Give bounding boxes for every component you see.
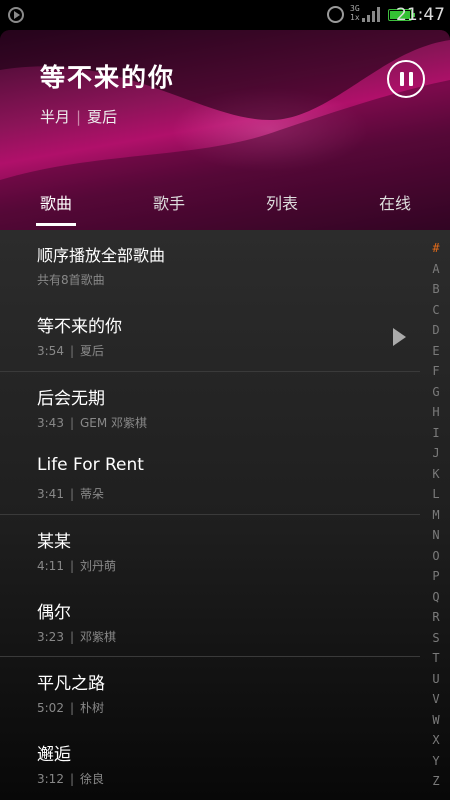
index-letter[interactable]: X <box>426 730 446 751</box>
song-meta: 4:11 | 刘丹萌 <box>37 559 117 573</box>
status-bar: 3G 1x 21:47 <box>0 0 450 30</box>
index-letter[interactable]: S <box>426 628 446 649</box>
list-item[interactable]: 平凡之路 5:02 | 朴树 <box>0 657 420 728</box>
now-playing-indicator-icon <box>393 328 406 346</box>
music-notification-icon <box>8 7 24 23</box>
index-letter[interactable]: Y <box>426 751 446 772</box>
signal-icon <box>362 6 382 22</box>
alphabet-index[interactable]: # A B C D E F G H I J K L M N O P Q R S … <box>426 238 446 792</box>
song-title: Life For Rent <box>37 455 144 475</box>
index-letter[interactable]: J <box>426 443 446 464</box>
tab-artists[interactable]: 歌手 <box>153 190 185 214</box>
now-playing-meta: 半月 | 夏后 <box>40 108 118 126</box>
index-letter[interactable]: H <box>426 402 446 423</box>
now-playing-header[interactable]: 等不来的你 半月 | 夏后 歌曲 歌手 列表 在线 <box>0 30 450 230</box>
list-item[interactable]: 邂逅 3:12 | 徐良 <box>0 728 420 799</box>
now-playing-album: 半月 <box>40 108 71 126</box>
tab-active-indicator <box>36 223 76 226</box>
index-letter[interactable]: W <box>426 710 446 731</box>
index-letter[interactable]: I <box>426 423 446 444</box>
song-count: 共有8首歌曲 <box>37 273 105 287</box>
list-item[interactable]: 某某 4:11 | 刘丹萌 <box>0 515 420 586</box>
list-item[interactable]: Life For Rent 3:41 | 蒂朵 <box>0 443 420 514</box>
list-item[interactable]: 等不来的你 3:54 | 夏后 <box>0 300 420 371</box>
index-letter[interactable]: A <box>426 259 446 280</box>
song-meta: 3:23 | 邓紫棋 <box>37 630 117 644</box>
index-letter[interactable]: M <box>426 505 446 526</box>
play-all-label: 顺序播放全部歌曲 <box>37 246 166 265</box>
index-letter[interactable]: G <box>426 382 446 403</box>
index-letter[interactable]: F <box>426 361 446 382</box>
song-meta: 3:43 | GEM 邓紫棋 <box>37 416 148 430</box>
index-letter[interactable]: L <box>426 484 446 505</box>
alarm-icon <box>327 6 344 23</box>
song-meta: 3:12 | 徐良 <box>37 772 105 786</box>
song-title: 平凡之路 <box>37 674 105 694</box>
play-all-item[interactable]: 顺序播放全部歌曲 共有8首歌曲 <box>0 230 420 298</box>
list-item[interactable]: 后会无期 3:43 | GEM 邓紫棋 <box>0 372 420 443</box>
index-letter[interactable]: N <box>426 525 446 546</box>
song-title: 邂逅 <box>37 745 71 765</box>
index-letter[interactable]: O <box>426 546 446 567</box>
index-letter[interactable]: C <box>426 300 446 321</box>
index-letter[interactable]: E <box>426 341 446 362</box>
index-letter[interactable]: Z <box>426 771 446 792</box>
song-title: 等不来的你 <box>37 317 122 337</box>
tab-bar: 歌曲 歌手 列表 在线 <box>0 185 450 230</box>
tab-playlists[interactable]: 列表 <box>266 190 298 214</box>
song-title: 后会无期 <box>37 389 105 409</box>
song-title: 偶尔 <box>37 603 71 623</box>
list-item[interactable]: 偶尔 3:23 | 邓紫棋 <box>0 586 420 657</box>
song-list[interactable]: 顺序播放全部歌曲 共有8首歌曲 等不来的你 3:54 | 夏后 后会无期 3:43 |… <box>0 230 450 800</box>
tab-online[interactable]: 在线 <box>379 190 411 214</box>
index-letter[interactable]: T <box>426 648 446 669</box>
index-letter[interactable]: # <box>426 238 446 259</box>
now-playing-artist: 夏后 <box>87 108 118 126</box>
network-type: 3G 1x <box>350 4 360 22</box>
status-time: 21:47 <box>396 5 445 25</box>
song-meta: 3:54 | 夏后 <box>37 344 105 358</box>
index-letter[interactable]: K <box>426 464 446 485</box>
index-letter[interactable]: R <box>426 607 446 628</box>
index-letter[interactable]: Q <box>426 587 446 608</box>
pause-button[interactable] <box>387 60 425 98</box>
tab-songs[interactable]: 歌曲 <box>40 190 72 214</box>
index-letter[interactable]: U <box>426 669 446 690</box>
index-letter[interactable]: V <box>426 689 446 710</box>
song-meta: 3:41 | 蒂朵 <box>37 487 105 501</box>
now-playing-title: 等不来的你 <box>40 63 176 92</box>
index-letter[interactable]: D <box>426 320 446 341</box>
index-letter[interactable]: B <box>426 279 446 300</box>
song-meta: 5:02 | 朴树 <box>37 701 105 715</box>
index-letter[interactable]: P <box>426 566 446 587</box>
song-title: 某某 <box>37 532 71 552</box>
